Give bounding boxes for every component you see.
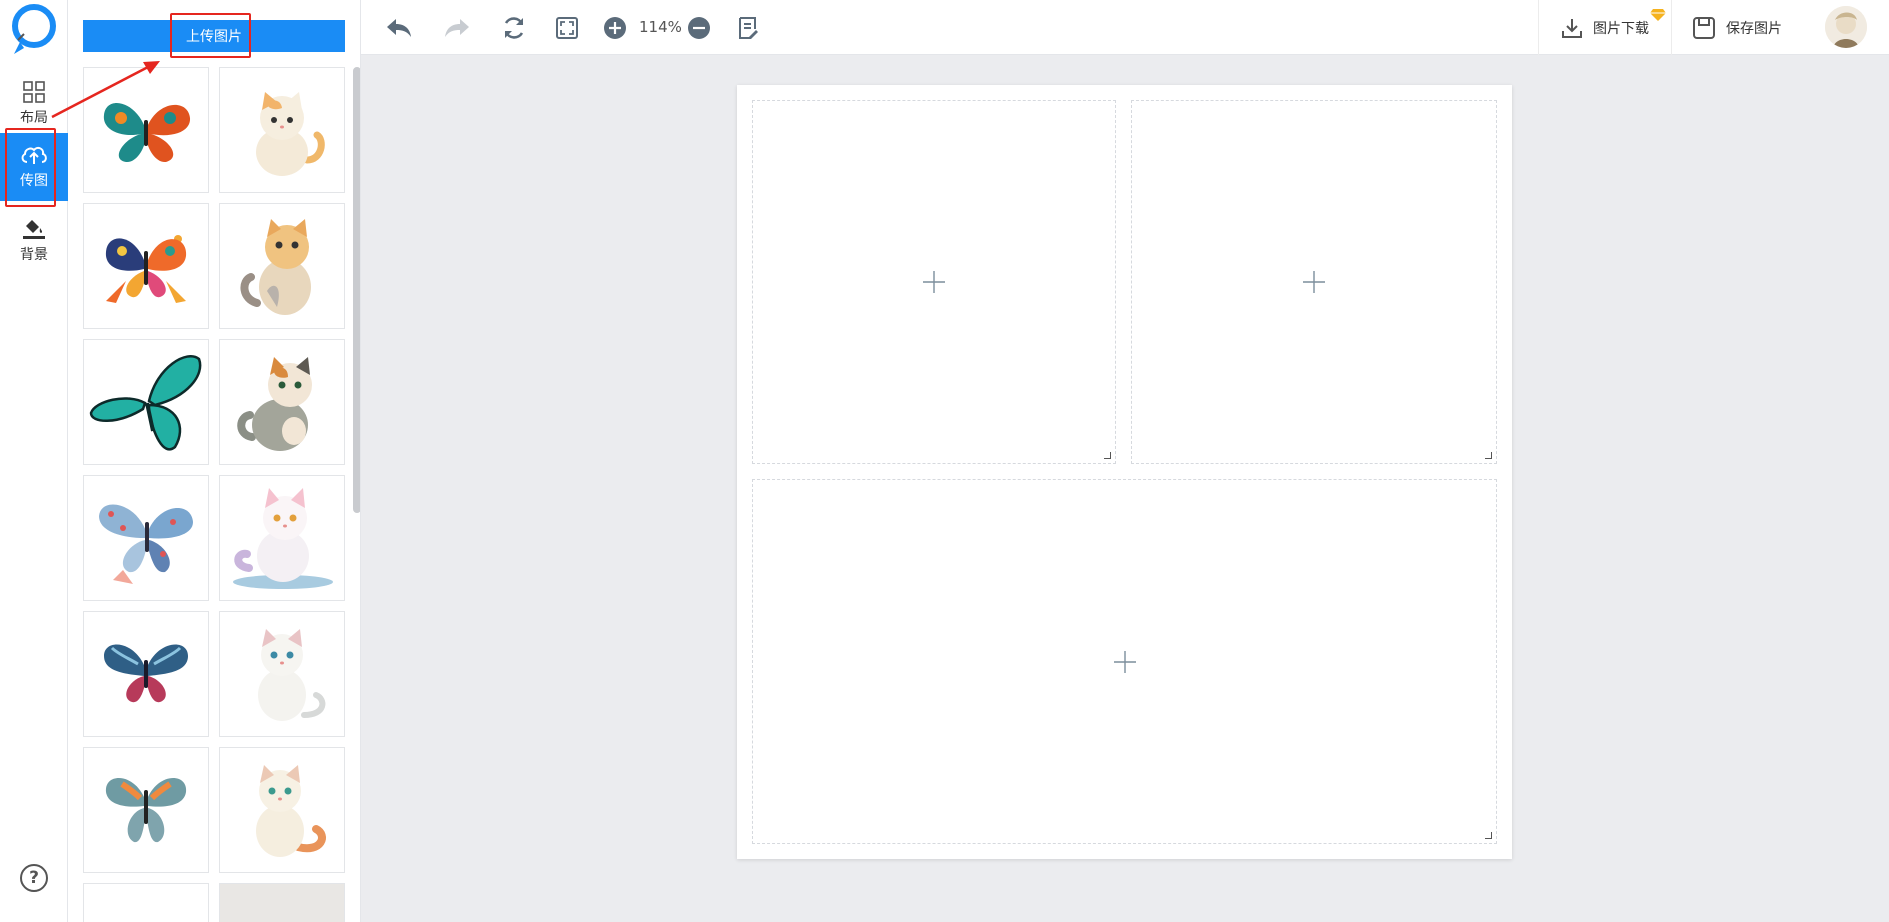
toolbar-divider bbox=[1671, 0, 1672, 55]
thumbnail-cat-calico-sitting[interactable] bbox=[219, 339, 345, 465]
thumbnail-butterfly-dark-blue[interactable] bbox=[83, 611, 209, 737]
thumbnail-butterfly-teal[interactable] bbox=[83, 339, 209, 465]
rail-label-background: 背景 bbox=[20, 247, 48, 263]
top-toolbar: 114% 图片下载 保存图片 bbox=[361, 0, 1889, 55]
resize-handle-icon[interactable] bbox=[1485, 832, 1492, 839]
collage-cell-top-right[interactable] bbox=[1131, 100, 1497, 464]
toolbar-divider bbox=[1538, 0, 1539, 55]
cat-image bbox=[258, 629, 326, 721]
download-icon bbox=[1562, 19, 1582, 38]
panel-scrollbar[interactable] bbox=[353, 67, 360, 513]
rail-label-layout: 布局 bbox=[20, 110, 48, 126]
minus-circle-icon bbox=[688, 17, 710, 39]
rail-item-layout[interactable]: 布局 bbox=[0, 70, 68, 138]
download-label: 图片下载 bbox=[1593, 21, 1649, 37]
cloud-upload-icon bbox=[21, 146, 47, 164]
redo-icon bbox=[445, 19, 469, 37]
undo-icon bbox=[387, 19, 411, 37]
rail-item-background[interactable]: 背景 bbox=[0, 206, 68, 274]
app-root: 布局 传图 背景 ? 上传图片 114% 图片下载 保存图片 bbox=[0, 0, 1889, 922]
notes-button[interactable] bbox=[732, 12, 764, 44]
plus-circle-icon bbox=[604, 17, 626, 39]
resize-handle-icon[interactable] bbox=[1485, 452, 1492, 459]
fullscreen-icon bbox=[556, 17, 578, 39]
grid-icon bbox=[23, 81, 45, 103]
rail-item-upload[interactable]: 传图 bbox=[0, 133, 68, 201]
butterfly-image bbox=[89, 355, 202, 451]
download-image-button[interactable]: 图片下载 bbox=[1561, 12, 1649, 44]
thumbnail-partial-left[interactable] bbox=[83, 883, 209, 922]
add-image-icon bbox=[923, 271, 945, 293]
left-rail: 布局 传图 背景 ? bbox=[0, 0, 68, 922]
rail-label-upload: 传图 bbox=[20, 173, 48, 189]
cat-image bbox=[240, 219, 311, 315]
butterfly-image bbox=[104, 644, 188, 703]
document-edit-icon bbox=[739, 17, 758, 39]
butterfly-image bbox=[99, 504, 193, 584]
cat-image bbox=[256, 92, 325, 176]
add-image-icon bbox=[1113, 650, 1136, 673]
collage-cell-top-left[interactable] bbox=[752, 100, 1116, 464]
save-label: 保存图片 bbox=[1726, 21, 1782, 37]
zoom-in-button[interactable] bbox=[599, 12, 631, 44]
asset-panel: 上传图片 bbox=[68, 0, 361, 922]
thumbnail-cat-white-blue-eyes[interactable] bbox=[219, 611, 345, 737]
user-avatar[interactable] bbox=[1825, 6, 1867, 48]
thumbnail-partial-right[interactable] bbox=[219, 883, 345, 922]
thumbnail-cat-white-pink[interactable] bbox=[219, 475, 345, 601]
help-icon[interactable]: ? bbox=[20, 864, 48, 892]
thumbnail-cat-cream-orange-tail[interactable] bbox=[219, 747, 345, 873]
cat-image bbox=[237, 357, 312, 451]
thumbnail-cat-calico-looking-up[interactable] bbox=[219, 203, 345, 329]
thumbnail-butterfly-multicolor[interactable] bbox=[83, 67, 209, 193]
butterfly-image bbox=[105, 235, 187, 303]
thumbnail-butterfly-orange-grey[interactable] bbox=[83, 747, 209, 873]
cat-image bbox=[256, 765, 326, 857]
zoom-out-button[interactable] bbox=[683, 12, 715, 44]
paint-bucket-icon bbox=[23, 220, 45, 239]
upload-image-button[interactable]: 上传图片 bbox=[83, 20, 345, 52]
undo-button[interactable] bbox=[383, 12, 415, 44]
butterfly-image bbox=[105, 778, 187, 843]
collage-cell-bottom[interactable] bbox=[752, 479, 1497, 844]
thumbnail-butterfly-floral[interactable] bbox=[83, 203, 209, 329]
butterfly-image bbox=[103, 103, 191, 163]
avatar-image bbox=[1825, 6, 1867, 48]
add-image-icon bbox=[1303, 271, 1325, 293]
redo-button[interactable] bbox=[441, 12, 473, 44]
vip-diamond-icon bbox=[1650, 9, 1666, 21]
refresh-button[interactable] bbox=[498, 12, 530, 44]
resize-handle-icon[interactable] bbox=[1104, 452, 1111, 459]
save-image-button[interactable]: 保存图片 bbox=[1692, 12, 1782, 44]
thumbnail-butterfly-pastel-blue[interactable] bbox=[83, 475, 209, 601]
zoom-level: 114% bbox=[639, 18, 682, 36]
save-icon bbox=[1693, 17, 1715, 39]
app-logo-icon bbox=[12, 4, 56, 54]
cat-image bbox=[233, 488, 333, 589]
collage-canvas bbox=[737, 85, 1512, 859]
thumbnail-cat-orange-white[interactable] bbox=[219, 67, 345, 193]
refresh-icon bbox=[504, 17, 524, 39]
fit-screen-button[interactable] bbox=[551, 12, 583, 44]
